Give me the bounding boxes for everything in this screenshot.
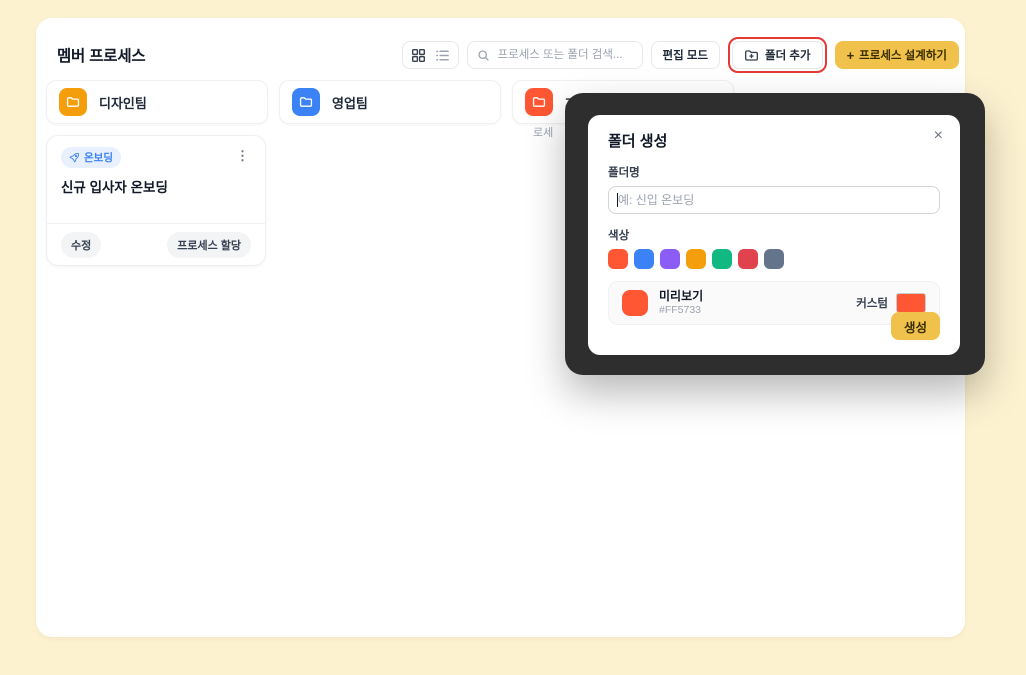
edit-mode-button[interactable]: 편집 모드	[651, 41, 721, 69]
folder-name-label: 폴더명	[608, 164, 940, 180]
folder-name-input[interactable]	[608, 186, 940, 214]
color-swatch-row	[608, 249, 940, 269]
create-folder-dialog: 폴더 생성 × 폴더명 색상 미리보기 #FF5733 커스텀	[588, 115, 960, 355]
color-swatch[interactable]	[686, 249, 706, 269]
search-input[interactable]	[496, 48, 633, 62]
folder-icon	[59, 88, 87, 116]
custom-color-picker[interactable]	[896, 293, 926, 313]
toolbar: 편집 모드 폴더 추가 + 프로세스 설계하기	[402, 37, 959, 73]
preview-hex-value: #FF5733	[659, 304, 703, 317]
color-swatch[interactable]	[634, 249, 654, 269]
dialog-title: 폴더 생성	[608, 130, 940, 151]
text-caret	[617, 193, 618, 207]
design-process-button[interactable]: + 프로세스 설계하기	[835, 41, 959, 69]
badge-label: 온보딩	[84, 150, 113, 165]
design-process-label: 프로세스 설계하기	[859, 47, 947, 63]
folder-name: 영업팀	[332, 93, 368, 112]
preview-label: 미리보기	[659, 289, 703, 304]
search-icon	[477, 49, 490, 62]
create-button[interactable]: 생성	[891, 312, 940, 340]
color-swatch[interactable]	[712, 249, 732, 269]
color-swatch[interactable]	[738, 249, 758, 269]
list-view-icon[interactable]	[435, 48, 450, 63]
rocket-icon	[69, 152, 80, 163]
folder-icon	[525, 88, 553, 116]
color-swatch[interactable]	[608, 249, 628, 269]
process-title: 신규 입사자 온보딩	[47, 168, 265, 196]
add-folder-button[interactable]: 폴더 추가	[732, 41, 823, 69]
edit-button[interactable]: 수정	[61, 232, 101, 258]
folder-icon	[292, 88, 320, 116]
modal-backdrop: 폴더 생성 × 폴더명 색상 미리보기 #FF5733 커스텀	[565, 93, 985, 375]
plus-icon: +	[847, 48, 855, 63]
folder-card-design[interactable]: 디자인팀	[46, 80, 268, 124]
edit-mode-label: 편집 모드	[663, 47, 709, 63]
close-icon[interactable]: ×	[931, 125, 946, 147]
color-label: 색상	[608, 227, 940, 243]
folder-card-sales[interactable]: 영업팀	[279, 80, 501, 124]
folder-plus-icon	[744, 48, 759, 63]
page-header: 멤버 프로세스	[57, 38, 959, 72]
page-title: 멤버 프로세스	[57, 44, 145, 66]
click-target-annotation: 폴더 추가	[728, 37, 827, 73]
process-card[interactable]: 온보딩 ⋮ 신규 입사자 온보딩 수정 프로세스 할당	[46, 135, 266, 266]
color-swatch[interactable]	[764, 249, 784, 269]
add-folder-label: 폴더 추가	[765, 47, 811, 63]
kebab-menu-icon[interactable]: ⋮	[232, 147, 253, 164]
onboarding-badge: 온보딩	[61, 147, 121, 168]
search-box[interactable]	[467, 41, 643, 69]
view-toggle	[402, 41, 459, 69]
grid-view-icon[interactable]	[411, 48, 426, 63]
preview-color-swatch	[622, 290, 648, 316]
process-card-footer: 수정 프로세스 할당	[47, 223, 265, 265]
assign-process-button[interactable]: 프로세스 할당	[167, 232, 251, 258]
custom-color-label: 커스텀	[856, 295, 888, 311]
occluded-text-fragment: 로세	[533, 124, 553, 140]
color-swatch[interactable]	[660, 249, 680, 269]
folder-name: 디자인팀	[99, 93, 147, 112]
